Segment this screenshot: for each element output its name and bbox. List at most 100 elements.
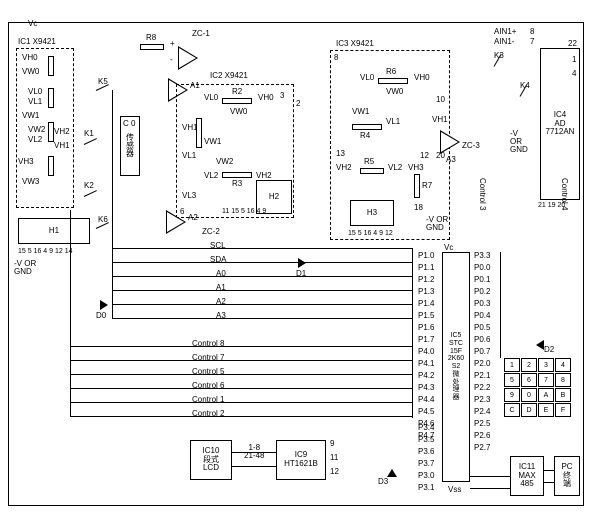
ic10-title: IC10 段式 LCD bbox=[203, 447, 220, 473]
p13: P1.3 bbox=[418, 288, 434, 296]
ic4-gnd: -V OR GND bbox=[510, 130, 528, 154]
ic5-title: IC5 STC 15F 2K60 S2 微 处 理 器 bbox=[448, 332, 464, 401]
ic3-gnd: -V OR GND bbox=[426, 216, 448, 232]
ic4-pin7: 7 bbox=[530, 38, 534, 46]
key-1[interactable]: 1 bbox=[504, 358, 520, 372]
k1-label: K1 bbox=[84, 130, 94, 138]
pc-title: PC 终 端 bbox=[561, 463, 572, 489]
ic1-vl2: VL2 bbox=[28, 136, 42, 144]
ic1-vh3: VH3 bbox=[18, 158, 34, 166]
sda-line bbox=[112, 262, 412, 263]
max-pc-l2 bbox=[544, 482, 554, 483]
ic3-vh2: VH2 bbox=[336, 164, 352, 172]
key-0[interactable]: 0 bbox=[521, 388, 537, 402]
key-5[interactable]: 5 bbox=[504, 373, 520, 387]
a3-label: A3 bbox=[446, 156, 456, 164]
a3-line bbox=[112, 318, 412, 319]
ic3-vw1: VW1 bbox=[352, 108, 369, 116]
d2-diode bbox=[536, 340, 544, 350]
p21: P2.1 bbox=[474, 372, 490, 380]
key-f[interactable]: F bbox=[555, 403, 571, 417]
ic1-vl0: VL0 bbox=[28, 88, 42, 96]
scl-line bbox=[112, 248, 412, 249]
p17: P1.7 bbox=[418, 336, 434, 344]
ic2-r2-label: R2 bbox=[232, 88, 242, 96]
ic1-pins: 15 5 16 4 9 12 14 bbox=[18, 248, 73, 255]
ic3-vh1: VH1 bbox=[432, 116, 448, 124]
p14: P1.4 bbox=[418, 300, 434, 308]
ic2-pin2: 2 bbox=[296, 100, 300, 108]
ic3-pin8: 8 bbox=[334, 54, 338, 62]
ic2-vl2: VL2 bbox=[204, 172, 218, 180]
p31: P3.1 bbox=[418, 484, 434, 492]
key-7[interactable]: 7 bbox=[538, 373, 554, 387]
pc-box: PC 终 端 bbox=[554, 456, 580, 496]
zc1-minus: - bbox=[170, 56, 173, 64]
p22: P2.2 bbox=[474, 384, 490, 392]
ic2-r2 bbox=[222, 98, 252, 104]
p35: P3.5 bbox=[418, 436, 434, 444]
h3-label: H3 bbox=[367, 209, 377, 218]
d3-diode bbox=[387, 469, 397, 477]
ic2-pin3: 3 bbox=[280, 92, 284, 100]
key-c[interactable]: C bbox=[504, 403, 520, 417]
p26: P2.6 bbox=[474, 432, 490, 440]
ic1-vw2: VW2 bbox=[28, 126, 45, 134]
ic3-r4 bbox=[352, 124, 382, 130]
c5-line bbox=[70, 374, 412, 375]
ic4-pin1: 1 bbox=[572, 56, 576, 64]
lcd-bus1 bbox=[232, 452, 276, 453]
ic2-vw2: VW2 bbox=[216, 158, 233, 166]
key-a[interactable]: A bbox=[538, 388, 554, 402]
ic3-r5-label: R5 bbox=[364, 158, 374, 166]
ic3-pin13: 13 bbox=[336, 150, 345, 158]
ic9-p12: 12 bbox=[330, 468, 339, 476]
key-d[interactable]: D bbox=[521, 403, 537, 417]
sensor-label: 传 感 器 bbox=[126, 134, 134, 158]
p25: P2.5 bbox=[474, 420, 490, 428]
ic3-pin18: 18 bbox=[414, 204, 423, 212]
p37: P3.7 bbox=[418, 460, 434, 468]
d3-label: D3 bbox=[378, 478, 388, 486]
a3-amp bbox=[440, 130, 460, 154]
ic5-max-l1 bbox=[470, 476, 510, 477]
p10: P1.0 bbox=[418, 252, 434, 260]
keypad[interactable]: 1 2 3 4 5 6 7 8 9 0 A B C D E F bbox=[504, 358, 571, 417]
key-2[interactable]: 2 bbox=[521, 358, 537, 372]
key-4[interactable]: 4 bbox=[555, 358, 571, 372]
p16: P1.6 bbox=[418, 324, 434, 332]
zc2-label: ZC-2 bbox=[202, 228, 220, 236]
c8-line bbox=[70, 346, 412, 347]
key-6[interactable]: 6 bbox=[521, 373, 537, 387]
ic3-vw0: VW0 bbox=[386, 88, 403, 96]
ic3-h3-block: H3 bbox=[350, 200, 394, 226]
v-bus-3 bbox=[412, 248, 413, 418]
ic11-title: IC11 MAX 485 bbox=[518, 463, 535, 489]
key-b[interactable]: B bbox=[555, 388, 571, 402]
a2-amp bbox=[166, 210, 186, 234]
p11: P1.1 bbox=[418, 264, 434, 272]
ic2-r3 bbox=[222, 172, 252, 178]
p27: P2.7 bbox=[474, 444, 490, 452]
key-8[interactable]: 8 bbox=[555, 373, 571, 387]
key-3[interactable]: 3 bbox=[538, 358, 554, 372]
ic9-box: IC9 HT1621B bbox=[276, 440, 326, 480]
key-9[interactable]: 9 bbox=[504, 388, 520, 402]
key-e[interactable]: E bbox=[538, 403, 554, 417]
ic1-vh2: VH2 bbox=[54, 128, 70, 136]
control3-label: Control 3 bbox=[478, 178, 486, 210]
ic3-vl1: VL1 bbox=[386, 118, 400, 126]
ic2-vh0: VH0 bbox=[258, 94, 274, 102]
ic4-pin22: 22 bbox=[568, 40, 577, 48]
d0-label: D0 bbox=[96, 312, 106, 320]
p24: P2.4 bbox=[474, 408, 490, 416]
ic3-r6-label: R6 bbox=[386, 68, 396, 76]
h1-label: H1 bbox=[49, 227, 59, 236]
ic2-rv1 bbox=[196, 118, 202, 148]
ic3-vh0: VH0 bbox=[414, 74, 430, 82]
vc-label: Vc bbox=[28, 20, 37, 28]
ic2-r3-label: R3 bbox=[232, 180, 242, 188]
ic5-vss: Vss bbox=[448, 486, 461, 494]
ic1-r1 bbox=[48, 56, 54, 76]
zc1-plus: + bbox=[170, 40, 175, 48]
